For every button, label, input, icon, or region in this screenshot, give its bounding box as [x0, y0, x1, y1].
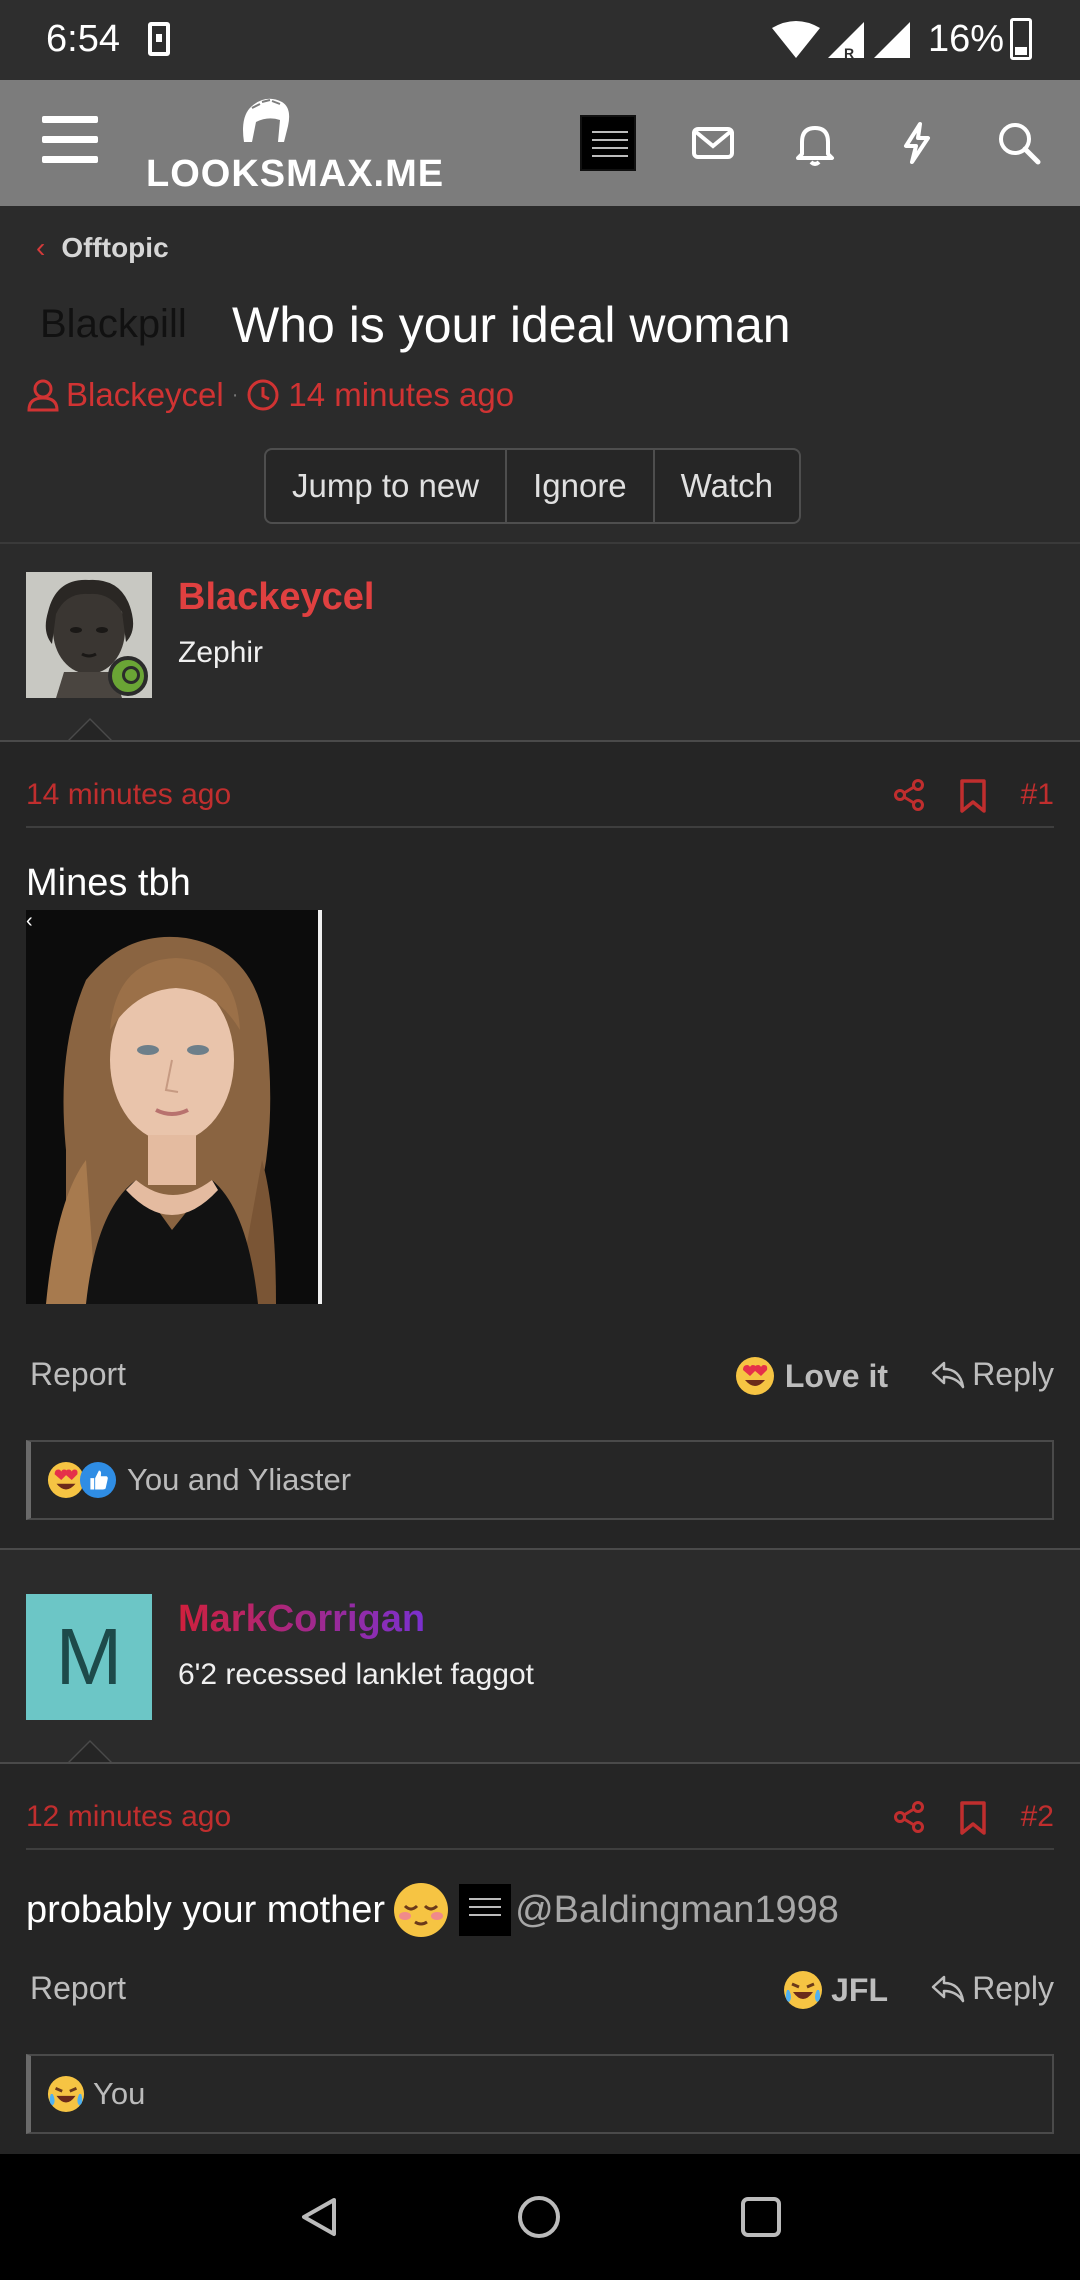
hair-logo-icon: [243, 98, 290, 142]
post-username[interactable]: MarkCorrigan: [178, 1598, 425, 1641]
breadcrumb[interactable]: ‹ Offtopic: [36, 232, 169, 264]
battery-icon: [1010, 18, 1032, 60]
heart-eyes-emoji-icon: [735, 1357, 774, 1395]
reply-icon: [931, 1361, 965, 1388]
thumbs-up-icon: [79, 1461, 117, 1499]
watch-button[interactable]: Watch: [655, 450, 799, 522]
mail-icon[interactable]: [690, 120, 736, 166]
battery-percent: 16%: [928, 18, 1005, 60]
post-separator: [0, 1548, 1080, 1564]
svg-text:R: R: [844, 45, 854, 60]
mention-avatar[interactable]: [459, 1884, 512, 1936]
avatar[interactable]: M: [26, 1594, 152, 1720]
post-user-header: M MarkCorrigan 6'2 recessed lanklet fagg…: [0, 1566, 1080, 1764]
reactions-summary[interactable]: You and Yliaster: [26, 1440, 1054, 1520]
post-body: 14 minutes ago #1 Mines tbh ‹ Report Lov…: [0, 740, 1080, 1548]
laughing-crying-emoji-icon: [784, 1971, 823, 2009]
lightning-icon[interactable]: [894, 120, 940, 166]
share-icon[interactable]: [892, 1800, 926, 1834]
post-username[interactable]: Blackeycel: [178, 576, 375, 619]
post-attached-image[interactable]: ‹: [26, 910, 322, 1304]
bookmark-icon[interactable]: [958, 1800, 988, 1836]
user-mention[interactable]: @Baldingman1998: [515, 1889, 839, 1932]
account-avatar[interactable]: [580, 115, 636, 171]
reply-button[interactable]: Reply: [930, 1970, 1054, 2007]
report-link[interactable]: Report: [30, 1356, 126, 1393]
post-body: 12 minutes ago #2 probably your mother @…: [0, 1762, 1080, 2154]
breadcrumb-label: Offtopic: [61, 232, 169, 263]
home-icon[interactable]: [516, 2194, 562, 2240]
thread-time[interactable]: 14 minutes ago: [288, 376, 514, 414]
caret: [66, 1740, 114, 1764]
post-meta: 14 minutes ago #1: [26, 778, 1054, 828]
post-actions: Report Love it Reply: [26, 1356, 1054, 1406]
clock-icon: [247, 379, 279, 411]
status-bar: 6:54 R 16%: [0, 0, 1080, 80]
caret: [66, 718, 114, 742]
relieved-emoji-icon: [394, 1883, 449, 1937]
site-logo[interactable]: LOOKSMAX.ME: [146, 96, 443, 196]
share-icon[interactable]: [892, 778, 926, 812]
post-meta: 12 minutes ago #2: [26, 1800, 1054, 1850]
android-nav-bar: [0, 2154, 1080, 2280]
bell-icon[interactable]: [792, 120, 838, 166]
thread-title: Who is your ideal woman: [232, 297, 791, 353]
reply-label: Reply: [972, 1356, 1054, 1392]
jump-to-new-button[interactable]: Jump to new: [266, 450, 508, 522]
post-user-header: Blackeycel Zephir: [0, 544, 1080, 742]
reply-label: Reply: [972, 1970, 1054, 2006]
user-title: Zephir: [178, 636, 264, 669]
signal-icon: [874, 22, 910, 58]
reply-button[interactable]: Reply: [930, 1356, 1054, 1393]
menu-icon[interactable]: [42, 116, 98, 166]
avatar-letter: M: [55, 1612, 123, 1701]
bookmark-icon[interactable]: [958, 778, 988, 814]
chevron-left-icon: ‹: [36, 232, 46, 263]
react-label: Love it: [784, 1357, 888, 1394]
site-header: LOOKSMAX.ME: [0, 80, 1080, 206]
thread-prefix[interactable]: Blackpill: [30, 300, 197, 349]
reactions-summary-text: You and Yliaster: [127, 1462, 352, 1497]
post-actions: Report JFL Reply: [26, 1970, 1054, 2020]
post-date[interactable]: 14 minutes ago: [26, 778, 231, 812]
search-icon[interactable]: [996, 120, 1042, 166]
reactions-summary[interactable]: You: [26, 2054, 1054, 2134]
reactions-summary-text: You: [93, 2076, 146, 2111]
react-love-button[interactable]: Love it: [735, 1356, 888, 1396]
thread-meta: Blackeycel · 14 minutes ago: [26, 376, 514, 414]
back-icon[interactable]: [296, 2194, 342, 2240]
signal-r-icon: R: [828, 22, 864, 60]
image-nav-icon[interactable]: ‹: [26, 910, 33, 933]
online-status-icon: [108, 656, 148, 696]
user-title: 6'2 recessed lanklet faggot: [178, 1658, 534, 1691]
post-date[interactable]: 12 minutes ago: [26, 1800, 231, 1834]
thread-actions: Jump to new Ignore Watch: [264, 448, 801, 524]
post-message: Mines tbh: [26, 862, 191, 904]
user-icon: [27, 379, 59, 412]
post-message: probably your mother: [26, 1888, 386, 1931]
logo-text: LOOKSMAX.ME: [146, 153, 445, 195]
wifi-icon: [772, 21, 820, 58]
post-number[interactable]: #2: [1021, 1800, 1054, 1834]
laughing-crying-emoji-icon: [47, 2075, 85, 2113]
thread-author[interactable]: Blackeycel: [66, 376, 224, 414]
report-link[interactable]: Report: [30, 1970, 126, 2007]
woman-portrait-image: [26, 910, 322, 1304]
status-time: 6:54: [46, 18, 120, 60]
notification-icon: [148, 22, 170, 56]
post-message-row: probably your mother @Baldingman1998: [26, 1882, 839, 1938]
react-label: JFL: [831, 1971, 888, 2008]
recents-icon[interactable]: [738, 2194, 784, 2240]
react-jfl-button[interactable]: JFL: [783, 1970, 888, 2010]
post-number[interactable]: #1: [1021, 778, 1054, 812]
reply-icon: [931, 1975, 965, 2002]
ignore-button[interactable]: Ignore: [507, 450, 655, 522]
